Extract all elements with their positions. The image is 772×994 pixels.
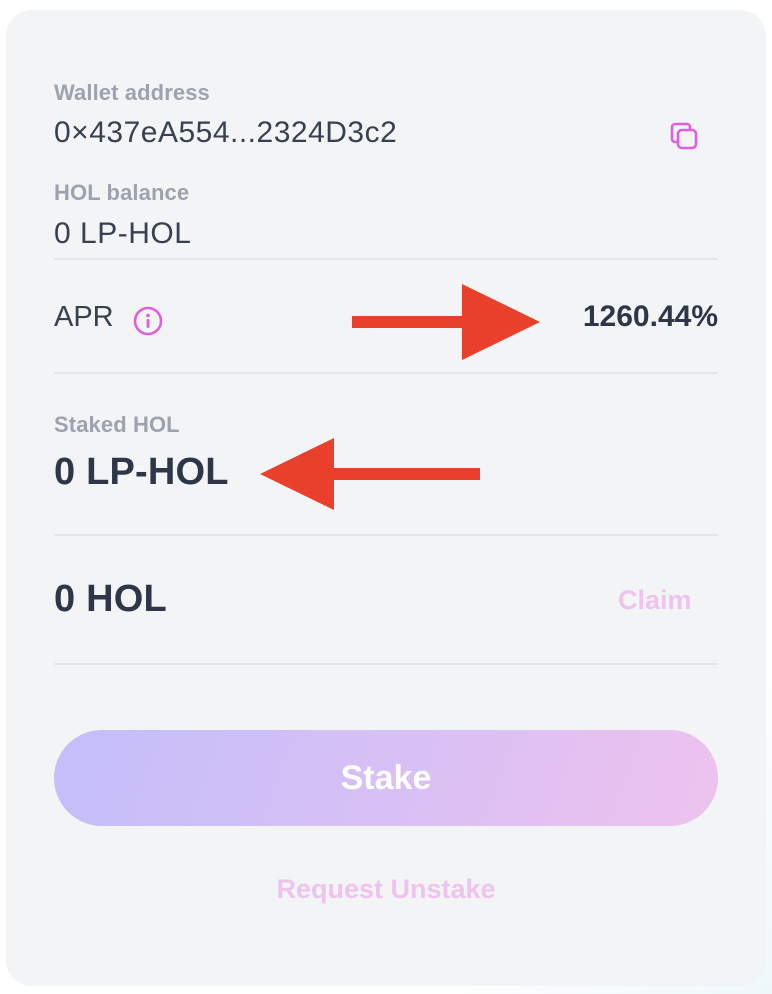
divider xyxy=(54,663,718,665)
arrow-left-icon xyxy=(260,438,480,510)
reward-value: 0 HOL xyxy=(54,578,167,620)
request-unstake-button[interactable]: Request Unstake xyxy=(6,874,766,905)
stake-button[interactable]: Stake xyxy=(54,730,718,826)
hol-balance-value: 0 LP-HOL xyxy=(54,217,192,250)
copy-icon xyxy=(670,122,698,150)
divider xyxy=(54,534,718,536)
wallet-address-value: 0×437eA554...2324D3c2 xyxy=(54,116,398,149)
copy-address-button[interactable] xyxy=(666,118,702,154)
info-icon xyxy=(133,306,163,336)
divider xyxy=(54,258,718,260)
hol-balance-label: HOL balance xyxy=(54,180,190,205)
staked-hol-value: 0 LP-HOL xyxy=(54,451,229,493)
arrow-right-icon xyxy=(352,284,540,360)
apr-label: APR xyxy=(54,301,114,333)
staked-hol-label: Staked HOL xyxy=(54,412,180,437)
wallet-address-label: Wallet address xyxy=(54,80,210,105)
claim-button[interactable]: Claim xyxy=(618,585,692,616)
apr-info-button[interactable] xyxy=(132,305,164,337)
divider xyxy=(54,372,718,374)
